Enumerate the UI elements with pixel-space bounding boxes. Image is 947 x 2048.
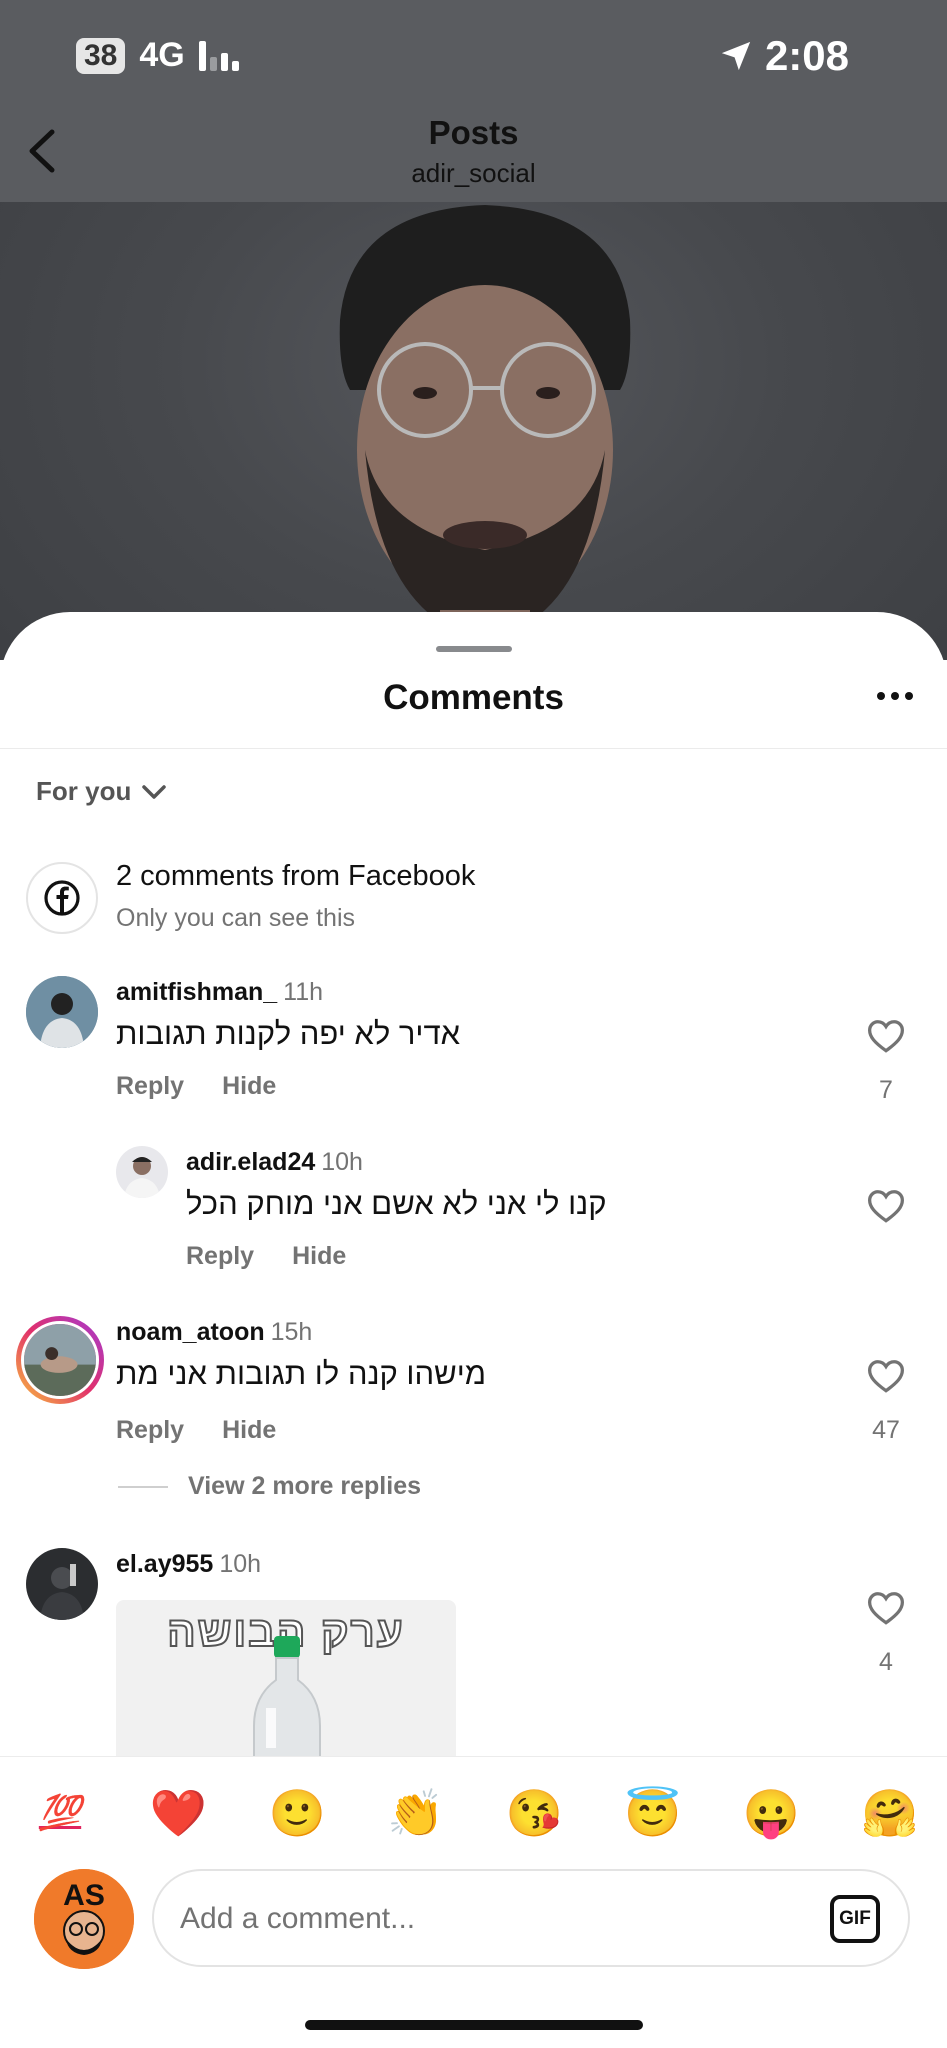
facebook-icon: [44, 880, 80, 916]
svg-text:AS: AS: [63, 1879, 105, 1912]
like-count: 7: [879, 1076, 893, 1104]
divider-line: [118, 1485, 168, 1488]
more-options-icon[interactable]: [877, 692, 913, 700]
page-subtitle: adir_social: [411, 158, 536, 188]
comment-username[interactable]: noam_atoon 15h: [116, 1318, 312, 1347]
comment-time: 15h: [270, 1318, 313, 1346]
comment-actions: Reply Hide: [116, 1416, 276, 1445]
gif-button[interactable]: GIF: [830, 1895, 880, 1943]
emoji-kiss[interactable]: 😘: [504, 1783, 564, 1843]
emoji-tongue[interactable]: 😛: [741, 1783, 801, 1843]
comment-time: 11h: [283, 978, 324, 1006]
sort-label: For you: [36, 776, 132, 806]
comment-composer: 💯 ❤️ 🙂 👏 😘 😇 😛 🤗 AS GIF: [0, 1756, 947, 2048]
status-left: 38 4G: [76, 36, 239, 75]
emoji-smile[interactable]: 🙂: [267, 1783, 327, 1843]
post-person-image: [339, 205, 631, 670]
clock: 2:08: [764, 32, 849, 79]
heart-icon[interactable]: [866, 1018, 906, 1054]
comment-time: 10h: [321, 1148, 363, 1176]
home-indicator[interactable]: [305, 2020, 643, 2030]
avatar[interactable]: [116, 1146, 168, 1198]
emoji-hundred[interactable]: 💯: [30, 1783, 90, 1843]
avatar-image: [116, 1146, 168, 1198]
comment-text: אדיר לא יפה לקנות תגובות: [116, 1016, 461, 1051]
facebook-comments-notice[interactable]: 2 comments from Facebook Only you can se…: [26, 852, 906, 942]
reply-button[interactable]: Reply: [116, 1416, 184, 1445]
hide-button[interactable]: Hide: [222, 1416, 276, 1445]
heart-icon[interactable]: [866, 1590, 906, 1626]
comment-username[interactable]: el.ay955 10h: [116, 1550, 261, 1579]
emoji-quick-reactions: 💯 ❤️ 🙂 👏 😘 😇 😛 🤗: [30, 1783, 920, 1843]
nav-bar: Posts adir_social: [0, 100, 947, 202]
comment-text: קנו לי אני לא אשם אני מוחק הכל: [186, 1186, 607, 1221]
heart-icon[interactable]: [866, 1358, 906, 1394]
view-more-replies-label: View 2 more replies: [188, 1472, 421, 1500]
emoji-hug[interactable]: 🤗: [860, 1783, 920, 1843]
location-arrow-icon: [721, 41, 751, 71]
divider: [0, 748, 947, 749]
view-more-replies-button[interactable]: View 2 more replies: [118, 1472, 421, 1501]
comment-time: 10h: [219, 1550, 262, 1578]
facebook-icon-badge: [26, 862, 98, 934]
bottle-image: [253, 1636, 321, 1756]
emoji-halo[interactable]: 😇: [623, 1783, 683, 1843]
hide-button[interactable]: Hide: [292, 1242, 346, 1271]
reply-button[interactable]: Reply: [186, 1242, 254, 1271]
comment-gif[interactable]: ערק הבושה: [116, 1600, 456, 1756]
avatar-image: [26, 1548, 98, 1620]
avatar[interactable]: [26, 976, 98, 1048]
like-count: 4: [879, 1648, 893, 1676]
emoji-clap[interactable]: 👏: [386, 1783, 446, 1843]
battery-level: 38: [76, 37, 126, 74]
chevron-down-icon: [142, 784, 167, 799]
signal-icon: [198, 40, 239, 71]
avatar[interactable]: [16, 1316, 104, 1404]
comment-input-box: GIF: [152, 1869, 910, 1967]
current-user-avatar[interactable]: AS: [34, 1869, 134, 1969]
heart-icon[interactable]: [866, 1188, 906, 1224]
reply-button[interactable]: Reply: [116, 1072, 184, 1101]
comment-actions: Reply Hide: [116, 1072, 276, 1101]
facebook-notice-title: 2 comments from Facebook: [116, 860, 476, 892]
network-type: 4G: [139, 36, 185, 74]
avatar[interactable]: [26, 1548, 98, 1620]
comment-username[interactable]: amitfishman_ 11h: [116, 978, 323, 1007]
avatar-image: [26, 976, 98, 1048]
comments-title: Comments: [383, 678, 564, 717]
screen: 38 4G 2:08 Posts adir_social Comments Fo…: [0, 0, 947, 2048]
hide-button[interactable]: Hide: [222, 1072, 276, 1101]
status-right: 2:08: [719, 32, 849, 80]
avatar-image: AS: [34, 1869, 134, 1969]
emoji-red-heart[interactable]: ❤️: [149, 1783, 209, 1843]
sort-dropdown[interactable]: For you: [36, 776, 167, 807]
comment-text: מישהו קנה לו תגובות אני מת: [116, 1356, 487, 1391]
comment-input[interactable]: [180, 1895, 740, 1943]
comment-actions: Reply Hide: [186, 1242, 346, 1271]
status-bar: 38 4G 2:08: [0, 0, 947, 110]
like-count: 47: [872, 1416, 900, 1444]
avatar-image: [21, 1321, 99, 1399]
drag-handle[interactable]: [436, 646, 512, 652]
comment-username[interactable]: adir.elad24 10h: [186, 1148, 363, 1177]
facebook-notice-subtitle: Only you can see this: [116, 904, 356, 932]
page-title: Posts: [428, 114, 519, 151]
